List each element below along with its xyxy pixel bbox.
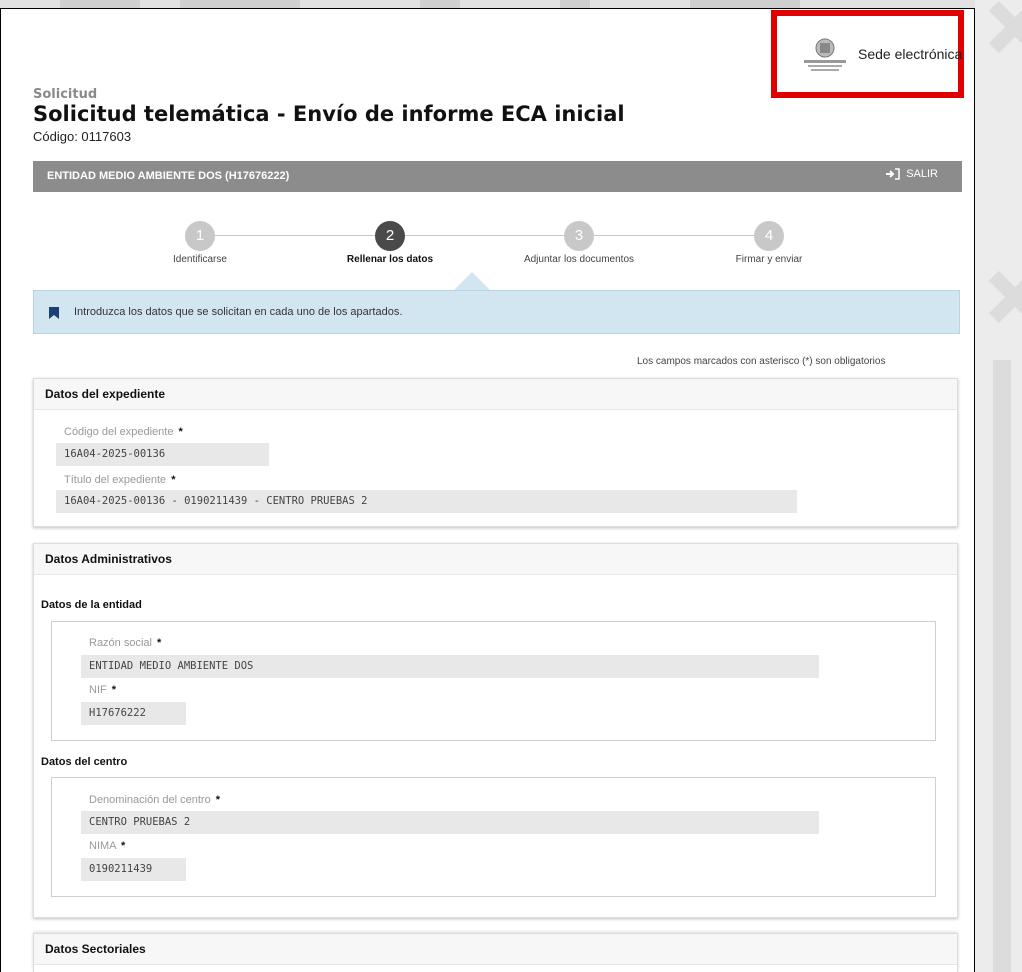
- razon-social-label: Razón social *: [89, 637, 162, 649]
- step-2-label: Rellenar los datos: [346, 254, 434, 265]
- nima-field[interactable]: 0190211439: [81, 858, 186, 881]
- panel-sectoriales-title: Datos Sectoriales: [34, 934, 957, 965]
- step-4: 4: [754, 221, 784, 251]
- government-logo-icon[interactable]: [802, 36, 848, 74]
- titulo-expediente-label: Título del expediente *: [64, 474, 176, 486]
- logout-button[interactable]: SALIR: [886, 168, 938, 180]
- steps-connector: [200, 235, 770, 236]
- entidad-subtitle: Datos de la entidad: [41, 599, 142, 611]
- page-border: [0, 8, 975, 9]
- razon-social-field[interactable]: ENTIDAD MEDIO AMBIENTE DOS: [81, 655, 819, 678]
- nima-label: NIMA *: [89, 840, 126, 852]
- info-text: Introduzca los datos que se solicitan en…: [74, 306, 403, 318]
- codigo-expediente-field[interactable]: 16A04-2025-00136: [56, 443, 269, 466]
- page-kicker: Solicitud: [33, 87, 98, 102]
- denominacion-field[interactable]: CENTRO PRUEBAS 2: [81, 811, 819, 834]
- step-3: 3: [564, 221, 594, 251]
- step-4-label: Firmar y enviar: [735, 254, 803, 265]
- entity-bar: ENTIDAD MEDIO AMBIENTE DOS (H17676222) S…: [33, 161, 962, 192]
- nif-field[interactable]: H17676222: [81, 702, 186, 725]
- right-decorative-background: [975, 0, 1022, 972]
- logo-text[interactable]: Sede electrónica: [858, 46, 962, 62]
- titulo-expediente-field[interactable]: 16A04-2025-00136 - 0190211439 - CENTRO P…: [56, 490, 797, 513]
- page-title: Solicitud telemática - Envío de informe …: [33, 102, 625, 126]
- page-border: [0, 8, 1, 972]
- info-message: Introduzca los datos que se solicitan en…: [33, 290, 960, 334]
- panel-expediente-title: Datos del expediente: [34, 379, 957, 410]
- step-3-label: Adjuntar los documentos: [523, 254, 635, 265]
- logout-label: SALIR: [906, 168, 938, 180]
- required-fields-note: Los campos marcados con asterisco (*) so…: [637, 356, 886, 367]
- step-1-label: Identificarse: [173, 254, 227, 265]
- info-pointer: [454, 272, 490, 290]
- nif-label: NIF *: [89, 684, 117, 696]
- panel-administrativos-title: Datos Administrativos: [34, 544, 957, 575]
- request-code: Código: 0117603: [33, 129, 132, 144]
- codigo-expediente-label: Código del expediente *: [64, 426, 183, 438]
- page-border: [974, 8, 975, 972]
- panel-sectoriales: Datos Sectoriales: [33, 933, 958, 972]
- sign-out-icon: [886, 168, 900, 180]
- top-decorative-strip: [0, 0, 975, 8]
- bookmark-icon: [49, 307, 59, 319]
- centro-subtitle: Datos del centro: [41, 756, 128, 768]
- denominacion-label: Denominación del centro *: [89, 794, 221, 806]
- step-1: 1: [185, 221, 215, 251]
- step-2: 2: [375, 221, 405, 251]
- entity-name: ENTIDAD MEDIO AMBIENTE DOS (H17676222): [47, 170, 290, 182]
